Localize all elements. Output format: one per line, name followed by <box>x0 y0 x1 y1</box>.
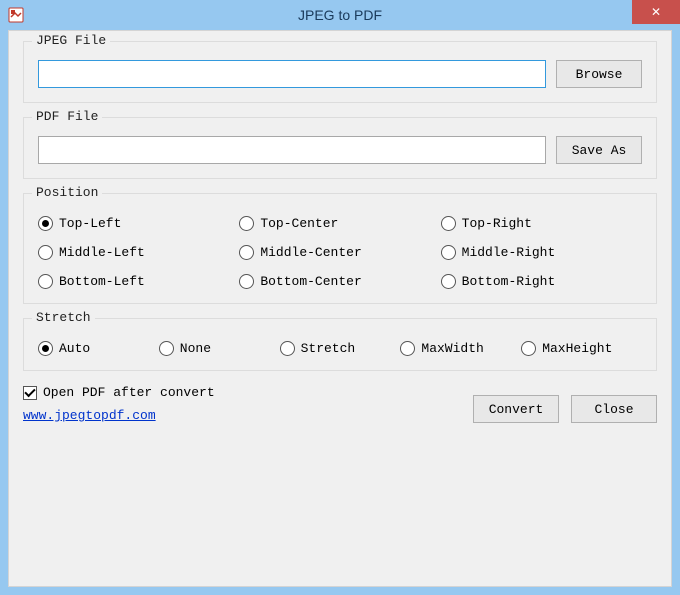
position-option-top-right[interactable]: Top-Right <box>441 216 642 231</box>
close-icon: ✕ <box>651 5 661 19</box>
position-option-label: Middle-Center <box>260 245 361 260</box>
radio-icon <box>159 341 174 356</box>
app-icon <box>8 7 24 23</box>
radio-icon <box>521 341 536 356</box>
radio-icon <box>441 274 456 289</box>
close-button-footer[interactable]: Close <box>571 395 657 423</box>
save-as-button[interactable]: Save As <box>556 136 642 164</box>
position-option-middle-center[interactable]: Middle-Center <box>239 245 440 260</box>
window-title: JPEG to PDF <box>298 7 382 23</box>
jpeg-file-label: JPEG File <box>32 33 110 48</box>
website-link[interactable]: www.jpegtopdf.com <box>23 408 215 423</box>
stretch-option-label: Auto <box>59 341 90 356</box>
stretch-option-stretch[interactable]: Stretch <box>280 341 401 356</box>
position-option-bottom-left[interactable]: Bottom-Left <box>38 274 239 289</box>
open-after-label: Open PDF after convert <box>43 385 215 400</box>
window: JPEG to PDF ✕ JPEG File Browse PDF File … <box>0 0 680 595</box>
stretch-group: Stretch AutoNoneStretchMaxWidthMaxHeight <box>23 318 657 371</box>
position-option-bottom-center[interactable]: Bottom-Center <box>239 274 440 289</box>
radio-icon <box>38 245 53 260</box>
position-option-top-center[interactable]: Top-Center <box>239 216 440 231</box>
titlebar: JPEG to PDF ✕ <box>0 0 680 30</box>
radio-icon <box>400 341 415 356</box>
open-after-checkbox[interactable]: Open PDF after convert <box>23 385 215 400</box>
client-area: JPEG File Browse PDF File Save As Positi… <box>8 30 672 587</box>
pdf-file-label: PDF File <box>32 109 102 124</box>
position-option-label: Bottom-Right <box>462 274 556 289</box>
position-option-label: Top-Left <box>59 216 121 231</box>
footer-area: Open PDF after convert www.jpegtopdf.com… <box>23 385 657 423</box>
stretch-option-label: MaxHeight <box>542 341 612 356</box>
stretch-option-none[interactable]: None <box>159 341 280 356</box>
radio-icon <box>280 341 295 356</box>
position-option-label: Middle-Left <box>59 245 145 260</box>
radio-icon <box>441 216 456 231</box>
position-option-middle-right[interactable]: Middle-Right <box>441 245 642 260</box>
radio-icon <box>239 245 254 260</box>
stretch-option-label: Stretch <box>301 341 356 356</box>
radio-icon <box>38 274 53 289</box>
browse-button[interactable]: Browse <box>556 60 642 88</box>
position-option-label: Middle-Right <box>462 245 556 260</box>
position-option-label: Bottom-Left <box>59 274 145 289</box>
radio-icon <box>239 216 254 231</box>
position-option-label: Top-Right <box>462 216 532 231</box>
pdf-file-group: PDF File Save As <box>23 117 657 179</box>
position-option-top-left[interactable]: Top-Left <box>38 216 239 231</box>
position-option-label: Bottom-Center <box>260 274 361 289</box>
position-group: Position Top-LeftTop-CenterTop-RightMidd… <box>23 193 657 304</box>
radio-icon <box>38 216 53 231</box>
radio-icon <box>38 341 53 356</box>
stretch-option-label: None <box>180 341 211 356</box>
checkbox-box <box>23 386 37 400</box>
position-option-label: Top-Center <box>260 216 338 231</box>
stretch-label: Stretch <box>32 310 95 325</box>
radio-icon <box>441 245 456 260</box>
stretch-option-label: MaxWidth <box>421 341 483 356</box>
convert-button[interactable]: Convert <box>473 395 559 423</box>
pdf-file-input[interactable] <box>38 136 546 164</box>
jpeg-file-input[interactable] <box>38 60 546 88</box>
position-option-bottom-right[interactable]: Bottom-Right <box>441 274 642 289</box>
jpeg-file-group: JPEG File Browse <box>23 41 657 103</box>
position-option-middle-left[interactable]: Middle-Left <box>38 245 239 260</box>
stretch-option-maxwidth[interactable]: MaxWidth <box>400 341 521 356</box>
stretch-option-auto[interactable]: Auto <box>38 341 159 356</box>
stretch-option-maxheight[interactable]: MaxHeight <box>521 341 642 356</box>
radio-icon <box>239 274 254 289</box>
position-label: Position <box>32 185 102 200</box>
close-button[interactable]: ✕ <box>632 0 680 24</box>
